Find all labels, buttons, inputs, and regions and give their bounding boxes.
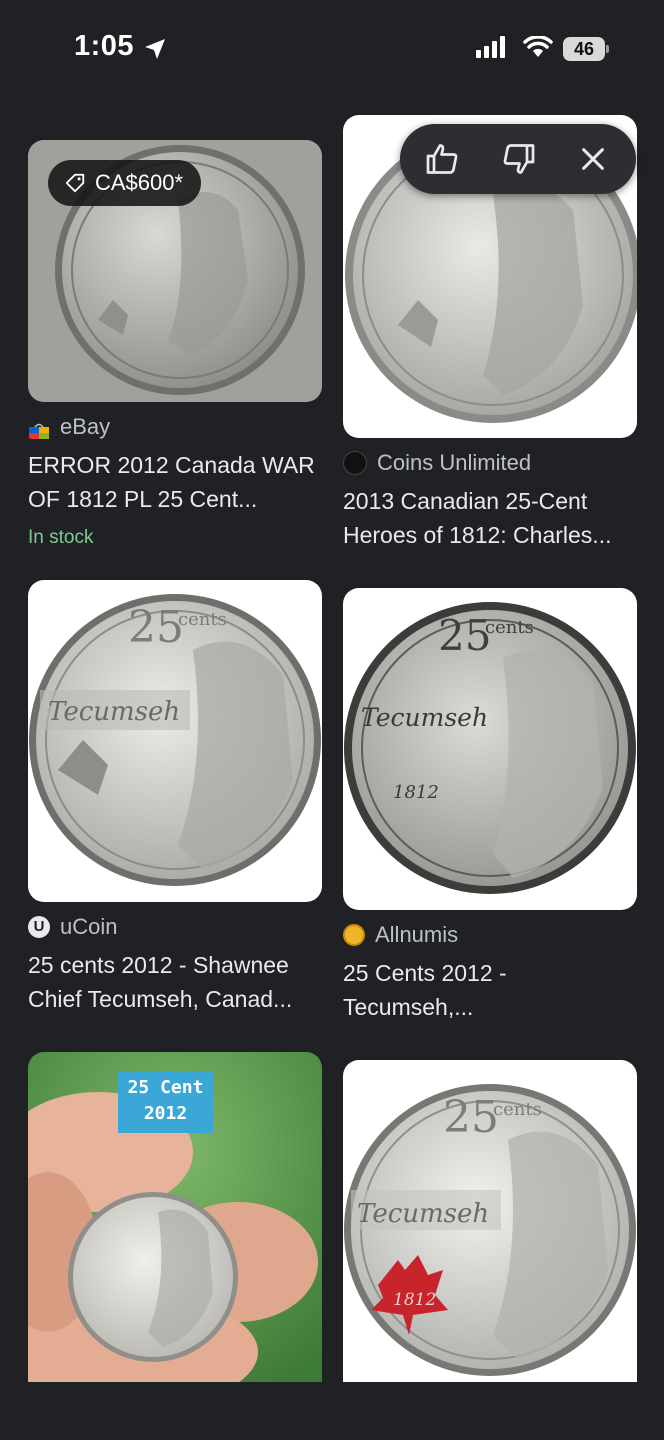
coins-unlimited-favicon-icon [343, 451, 367, 475]
coin-denomination: 25 [443, 1092, 499, 1143]
coin-unit: cents [493, 1099, 542, 1120]
overlay-line-2: 2012 [143, 1103, 188, 1124]
battery-indicator: 46 [563, 37, 605, 61]
overlay-line-1: 25 Cent [127, 1077, 204, 1098]
image-overlay-label: 25 Cent 2012 [118, 1072, 213, 1133]
result-image[interactable]: 25 cents Tecumseh 1812 [343, 588, 637, 910]
price-text: CA$600* [95, 170, 184, 195]
close-button[interactable] [572, 138, 614, 180]
coin-denomination: 25 [128, 602, 184, 653]
source-name: uCoin [60, 914, 118, 939]
result-source[interactable]: U uCoin [28, 914, 117, 940]
result-source[interactable]: Coins Unlimited [343, 450, 531, 476]
battery-nub [606, 45, 609, 53]
ebay-favicon-icon [28, 419, 50, 439]
thumbs-up-button[interactable] [422, 138, 464, 180]
source-name: Coins Unlimited [377, 450, 532, 475]
result-image[interactable]: 25 cents Tecumseh 1812 [343, 1060, 637, 1382]
thumbs-up-icon [426, 144, 458, 174]
ucoin-favicon-icon: U [28, 916, 50, 938]
thumbs-down-button[interactable] [497, 138, 539, 180]
price-badge: CA$600* [48, 160, 202, 206]
result-title[interactable]: 2013 Canadian 25-Cent Heroes of 1812: Ch… [343, 484, 643, 552]
result-source[interactable]: Allnumis [343, 922, 458, 948]
coin-denomination: 25 [438, 611, 491, 660]
cellular-signal-icon [476, 36, 505, 58]
coin-unit: cents [485, 617, 534, 638]
result-title[interactable]: ERROR 2012 Canada WAR OF 1812 PL 25 Cent… [28, 448, 328, 516]
coin-inscription: Tecumseh [48, 697, 180, 727]
thumbs-down-icon [503, 144, 535, 174]
close-icon [582, 148, 604, 170]
status-time: 1:05 [74, 30, 135, 62]
coin-unit: cents [178, 609, 227, 630]
coin-inscription: Tecumseh [357, 1199, 489, 1229]
stock-status: In stock [28, 527, 94, 548]
price-tag-icon [65, 173, 85, 193]
location-arrow-icon [145, 39, 165, 59]
result-source[interactable]: eBay [28, 414, 110, 440]
result-image[interactable]: 25 cents Tecumseh [28, 580, 322, 902]
result-title[interactable]: 25 Cents 2012 - Tecumseh,... [343, 956, 643, 1024]
feedback-toolbar [400, 124, 636, 194]
coin-inscription: Tecumseh [361, 703, 488, 732]
coin-year: 1812 [393, 782, 439, 803]
source-name: eBay [60, 414, 111, 439]
result-title[interactable]: 25 cents 2012 - Shawnee Chief Tecumseh, … [28, 948, 328, 1016]
status-bar: 1:05 46 [0, 0, 664, 100]
allnumis-favicon-icon [343, 924, 365, 946]
source-name: Allnumis [375, 922, 459, 947]
wifi-icon [523, 36, 553, 57]
coin-year: 1812 [393, 1290, 436, 1310]
